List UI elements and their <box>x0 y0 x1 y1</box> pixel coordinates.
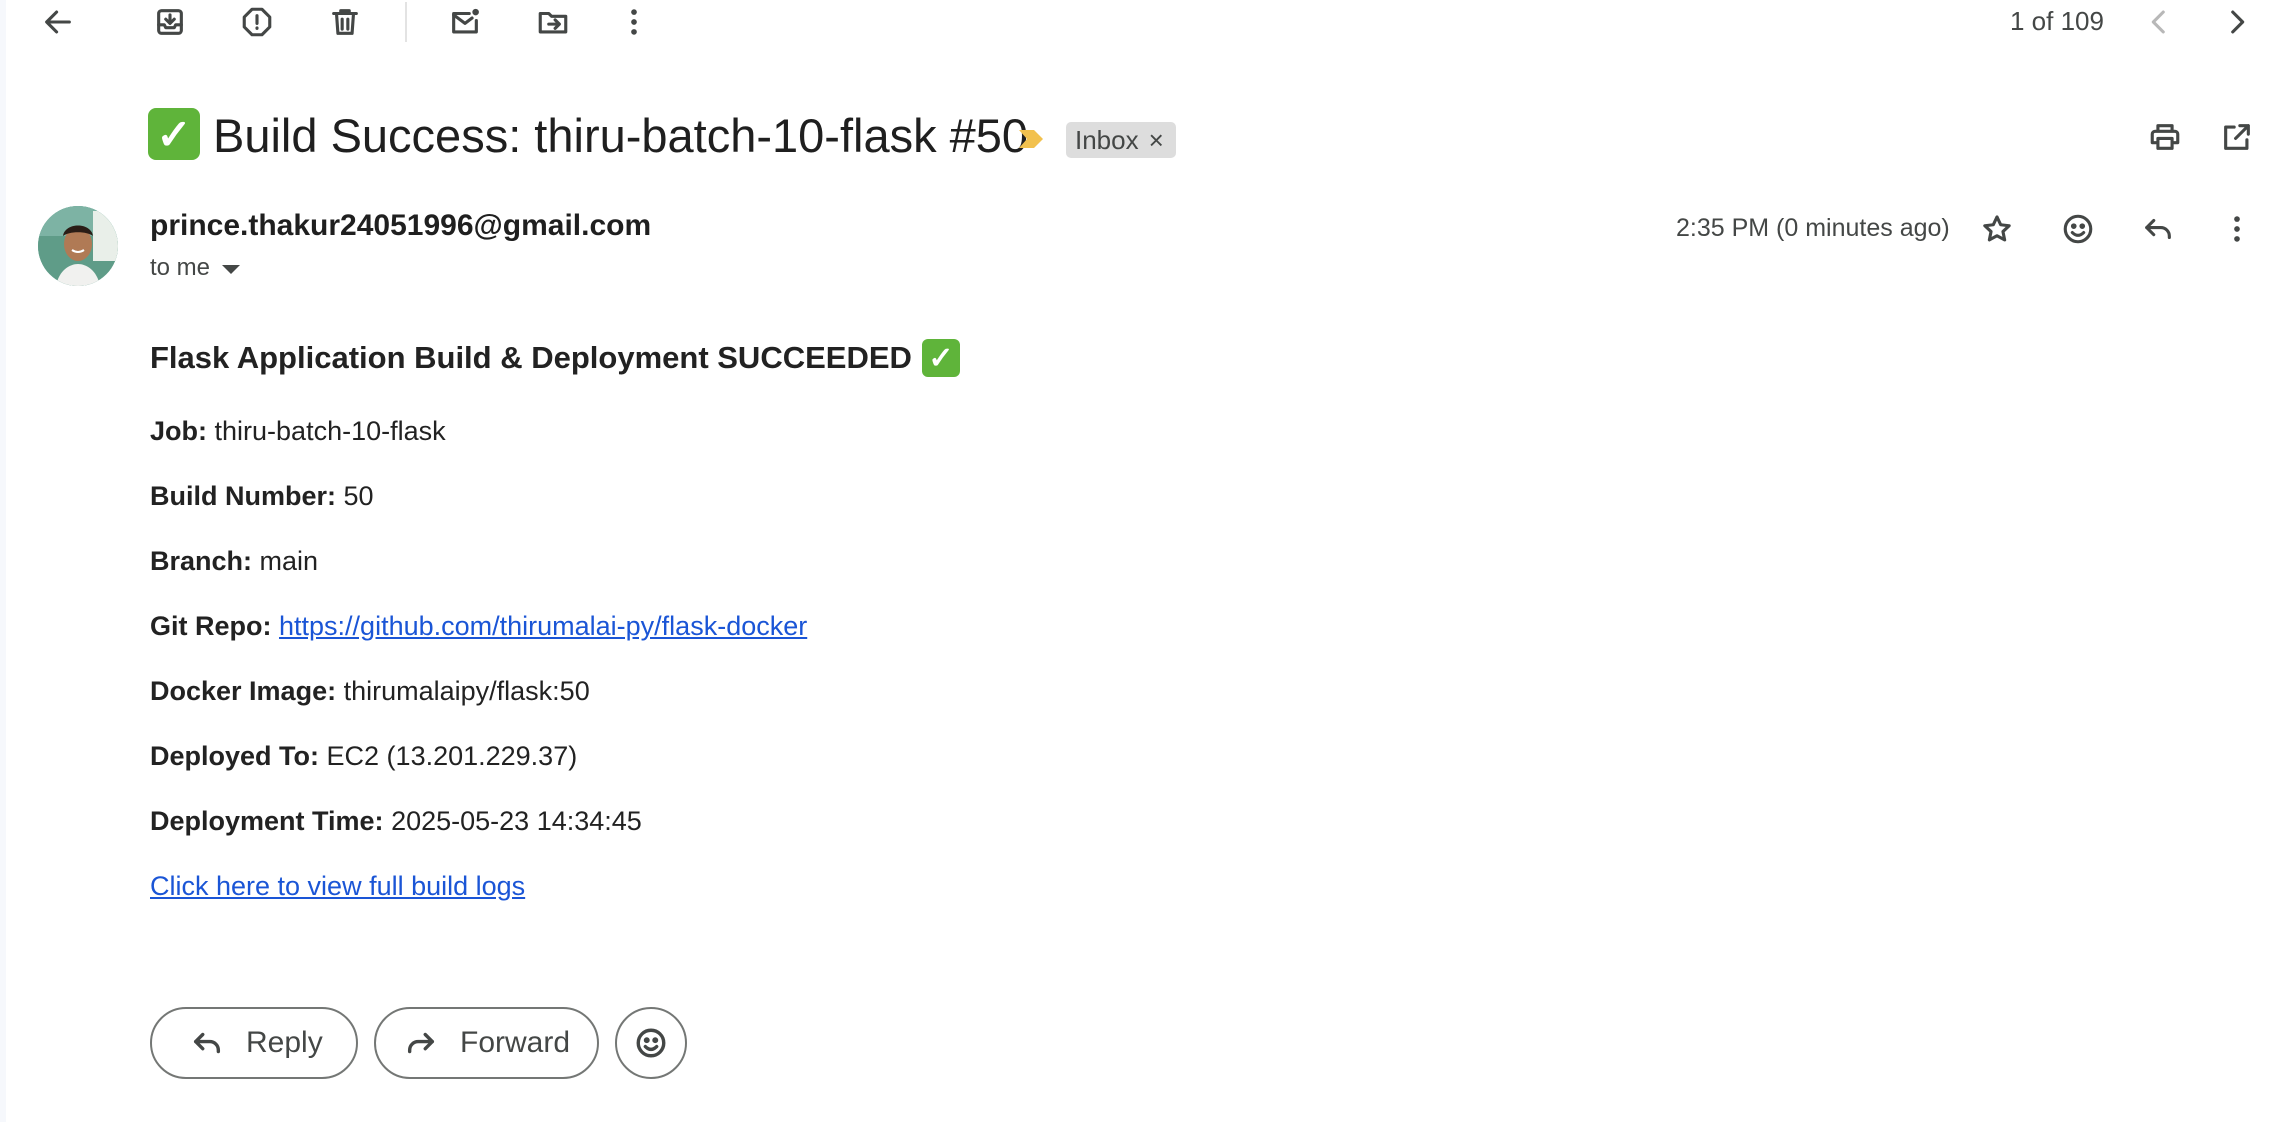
field-value: 2025-05-23 14:34:45 <box>391 806 642 836</box>
emoji-icon <box>2063 214 2093 244</box>
star-button[interactable] <box>1967 199 2027 259</box>
reply-label: Reply <box>246 1026 323 1059</box>
field-label: Docker Image: <box>150 676 337 706</box>
git-repo-link[interactable]: https://github.com/thirumalai-py/flask-d… <box>279 611 807 641</box>
sender-email: prince.thakur24051996@gmail.com <box>150 209 652 242</box>
field-git-repo: Git Repo: https://github.com/thirumalai-… <box>150 611 807 642</box>
field-docker-image: Docker Image: thirumalaipy/flask:50 <box>150 676 590 707</box>
email-subject: Build Success: thiru-batch-10-flask #50 <box>213 109 1029 162</box>
body-heading-text: Flask Application Build & Deployment SUC… <box>150 340 912 375</box>
print-button[interactable] <box>2135 107 2195 167</box>
field-branch: Branch: main <box>150 546 318 577</box>
more-vert-icon <box>631 9 637 35</box>
build-logs-row: Click here to view full build logs <box>150 871 525 902</box>
field-label: Deployed To: <box>150 741 320 771</box>
label-chip-inbox: Inbox × <box>1066 122 1176 158</box>
move-to-button[interactable] <box>523 0 583 52</box>
toolbar-divider <box>405 2 407 42</box>
sender-avatar[interactable] <box>38 206 118 286</box>
field-build-number: Build Number: 50 <box>150 481 374 512</box>
reply-icon <box>2145 218 2171 240</box>
build-logs-link[interactable]: Click here to view full build logs <box>150 871 525 901</box>
newer-button[interactable] <box>2129 0 2189 52</box>
open-new-window-button[interactable] <box>2207 107 2267 167</box>
message-more-button[interactable] <box>2207 199 2267 259</box>
important-marker-icon[interactable] <box>1018 128 1044 150</box>
field-deployed-to: Deployed To: EC2 (13.201.229.37) <box>150 741 577 772</box>
back-button[interactable] <box>28 0 88 52</box>
dropdown-caret-icon <box>222 265 241 274</box>
forward-label: Forward <box>460 1026 571 1059</box>
field-value: 50 <box>343 481 374 511</box>
mark-unread-icon <box>452 8 479 34</box>
trash-icon <box>332 9 358 35</box>
field-label: Branch: <box>150 546 253 576</box>
more-options-button[interactable] <box>604 0 664 52</box>
message-counter: 1 of 109 <box>2010 6 2104 36</box>
back-arrow-icon <box>45 10 71 34</box>
email-body: Flask Application Build & Deployment SUC… <box>150 338 2050 901</box>
avatar-photo <box>38 206 118 286</box>
field-value: thirumalaipy/flask:50 <box>343 676 590 706</box>
add-reaction-button[interactable] <box>2048 199 2108 259</box>
field-label: Job: <box>150 416 207 446</box>
field-deployment-time: Deployment Time: 2025-05-23 14:34:45 <box>150 806 642 837</box>
body-heading: Flask Application Build & Deployment SUC… <box>150 338 2050 378</box>
mark-unread-button[interactable] <box>435 0 495 52</box>
reply-icon <box>193 1032 221 1054</box>
chevron-left-icon <box>2151 10 2165 34</box>
more-vert-icon <box>2234 216 2240 242</box>
star-icon <box>1983 215 2011 242</box>
field-value: EC2 (13.201.229.37) <box>326 741 578 771</box>
react-button[interactable] <box>615 1007 687 1079</box>
field-label: Build Number: <box>150 481 336 511</box>
forward-button[interactable]: Forward <box>374 1007 599 1079</box>
label-chip-text: Inbox <box>1075 124 1139 155</box>
field-label: Git Repo: <box>150 611 272 641</box>
field-job: Job: thiru-batch-10-flask <box>150 416 446 447</box>
move-to-icon <box>538 11 568 34</box>
reply-button[interactable]: Reply <box>150 1007 358 1079</box>
archive-button[interactable] <box>140 0 200 52</box>
open-in-new-icon <box>2224 124 2250 150</box>
print-icon <box>2150 124 2180 150</box>
archive-icon <box>157 9 183 35</box>
report-spam-button[interactable] <box>227 0 287 52</box>
emoji-icon <box>636 1028 666 1058</box>
reply-icon-button[interactable] <box>2128 199 2188 259</box>
recipient-details-toggle[interactable]: to me <box>150 254 241 282</box>
delete-button[interactable] <box>315 0 375 52</box>
field-value: thiru-batch-10-flask <box>214 416 446 446</box>
older-button[interactable] <box>2207 0 2267 52</box>
chevron-right-icon <box>2231 10 2245 34</box>
check-mark-emoji: ✓ <box>921 339 960 377</box>
left-edge <box>0 0 6 1122</box>
field-label: Deployment Time: <box>150 806 384 836</box>
email-timestamp: 2:35 PM (0 minutes ago) <box>1676 214 1950 242</box>
remove-label-button[interactable]: × <box>1149 125 1164 156</box>
report-spam-icon <box>242 7 272 37</box>
forward-icon <box>407 1032 435 1054</box>
field-value: main <box>259 546 319 576</box>
check-mark-emoji: ✓ <box>148 108 200 160</box>
recipient-text: to me <box>150 254 211 281</box>
